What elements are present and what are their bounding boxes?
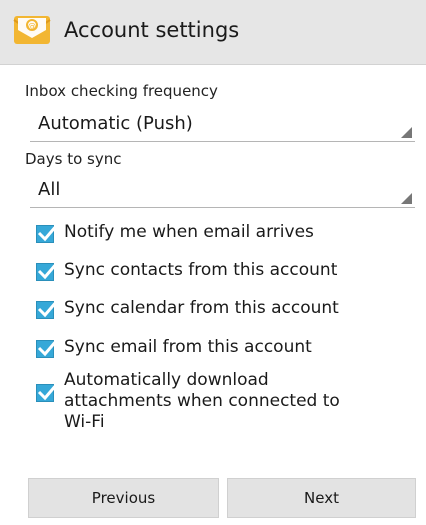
checkmark-icon: [37, 300, 59, 318]
checkbox[interactable]: [36, 339, 59, 358]
inbox-frequency-spinner[interactable]: Automatic (Push): [30, 106, 415, 142]
email-envelope-icon: @: [12, 14, 52, 48]
spinner-arrow-icon: [401, 193, 412, 204]
checkbox-label: Sync contacts from this account: [64, 260, 338, 280]
days-to-sync-label: Days to sync: [25, 150, 122, 168]
checkbox-label: Notify me when email arrives: [64, 222, 314, 242]
checkbox-label: Automatically download attachments when …: [64, 370, 340, 432]
days-to-sync-value: All: [38, 179, 61, 200]
svg-text:@: @: [28, 22, 36, 31]
page-title: Account settings: [64, 18, 240, 42]
checkbox[interactable]: [36, 383, 59, 402]
checkbox[interactable]: [36, 224, 59, 243]
checkmark-icon: [37, 339, 59, 357]
checkbox[interactable]: [36, 300, 59, 319]
checkbox[interactable]: [36, 262, 59, 281]
checkmark-icon: [37, 383, 59, 401]
next-button[interactable]: Next: [227, 478, 416, 518]
checkbox-label: Sync calendar from this account: [64, 298, 339, 318]
checkmark-icon: [37, 224, 59, 242]
title-bar: @ Account settings: [0, 0, 426, 65]
previous-button[interactable]: Previous: [28, 478, 219, 518]
days-to-sync-spinner[interactable]: All: [30, 172, 415, 208]
checkbox-label: Sync email from this account: [64, 337, 312, 357]
inbox-frequency-label: Inbox checking frequency: [25, 82, 218, 100]
checkmark-icon: [37, 262, 59, 280]
inbox-frequency-value: Automatic (Push): [38, 113, 193, 134]
spinner-arrow-icon: [401, 127, 412, 138]
